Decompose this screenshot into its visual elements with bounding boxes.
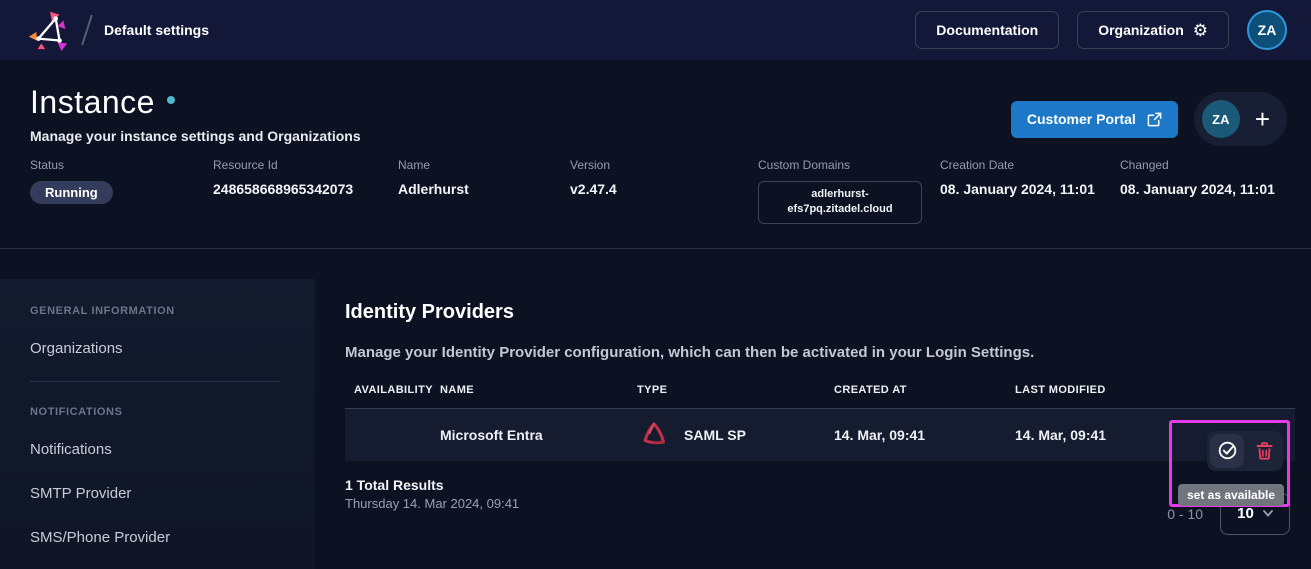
instance-info-row: Status Running Resource Id 2486586689653… (0, 146, 1311, 248)
version-value: v2.47.4 (570, 181, 758, 197)
delete-button[interactable] (1248, 435, 1280, 467)
col-last-modified: LAST MODIFIED (1015, 384, 1295, 396)
zitadel-console: Default settings Documentation Organizat… (0, 0, 1311, 569)
sidebar-section-general: GENERAL INFORMATION (30, 305, 315, 317)
customer-portal-button[interactable]: Customer Portal (1011, 101, 1178, 138)
col-availability: AVAILABILITY (354, 384, 440, 396)
instance-avatar[interactable]: ZA (1202, 100, 1240, 138)
check-circle-icon (1217, 440, 1238, 461)
sidebar-item-organizations[interactable]: Organizations (30, 340, 315, 357)
external-link-icon (1147, 112, 1162, 127)
page-range: 0 - 10 (1167, 506, 1203, 522)
page-title-text: Instance (30, 84, 155, 121)
status-badge: Running (30, 181, 113, 204)
changed-label: Changed (1120, 158, 1275, 172)
idp-type-cell: SAML SP (637, 418, 834, 452)
chevron-down-icon (1263, 510, 1273, 517)
version-label: Version (570, 158, 758, 172)
highlight-box: set as available (1169, 420, 1290, 507)
resource-id-label: Resource Id (213, 158, 398, 172)
panel-description: Manage your Identity Provider configurat… (345, 344, 1311, 361)
trash-icon (1255, 441, 1274, 461)
documentation-button[interactable]: Documentation (915, 11, 1059, 49)
row-actions (1207, 431, 1283, 471)
saml-icon (637, 418, 671, 452)
organization-button[interactable]: Organization ⚙ (1077, 11, 1229, 49)
instance-avatar-pill: ZA + (1194, 92, 1287, 146)
table-header: AVAILABILITY NAME TYPE CREATED AT LAST M… (345, 384, 1295, 409)
col-name: NAME (440, 384, 637, 396)
sidebar-divider (30, 381, 280, 382)
resource-id-value: 248658668965342073 (213, 181, 398, 197)
total-results: 1 Total Results (345, 477, 1311, 493)
results-date: Thursday 14. Mar 2024, 09:41 (345, 496, 1311, 511)
page-title: Instance (30, 84, 361, 121)
customer-portal-label: Customer Portal (1027, 111, 1136, 127)
creation-date-value: 08. January 2024, 11:01 (940, 181, 1120, 197)
gear-icon: ⚙ (1193, 22, 1208, 39)
custom-domain-chip[interactable]: adlerhurst-efs7pq.zitadel.cloud (758, 181, 922, 224)
panel-title: Identity Providers (345, 301, 1311, 324)
name-value: Adlerhurst (398, 181, 570, 197)
zitadel-logo-icon[interactable] (26, 7, 72, 53)
table-row[interactable]: Microsoft Entra SAML SP 14. Mar, 09:41 1… (345, 409, 1295, 461)
breadcrumb-separator (81, 14, 93, 45)
status-label: Status (30, 158, 213, 172)
organization-label: Organization (1098, 22, 1184, 38)
idp-table: AVAILABILITY NAME TYPE CREATED AT LAST M… (345, 384, 1295, 461)
set-available-button[interactable] (1210, 434, 1244, 468)
documentation-label: Documentation (936, 22, 1038, 38)
user-avatar[interactable]: ZA (1247, 10, 1287, 50)
breadcrumb[interactable]: Default settings (104, 22, 209, 38)
results-summary: 1 Total Results Thursday 14. Mar 2024, 0… (345, 477, 1311, 511)
idp-type: SAML SP (684, 427, 746, 443)
instance-header: Instance Manage your instance settings a… (0, 60, 1311, 146)
creation-date-label: Creation Date (940, 158, 1120, 172)
col-created-at: CREATED AT (834, 384, 1015, 396)
idp-created-at: 14. Mar, 09:41 (834, 427, 1015, 443)
idp-name: Microsoft Entra (440, 427, 637, 443)
instance-status-dot (167, 96, 175, 104)
custom-domains-label: Custom Domains (758, 158, 940, 172)
sidebar-item-notifications[interactable]: Notifications (30, 441, 315, 458)
changed-value: 08. January 2024, 11:01 (1120, 181, 1275, 197)
tooltip: set as available (1178, 484, 1284, 506)
name-label: Name (398, 158, 570, 172)
page-subtitle: Manage your instance settings and Organi… (30, 128, 361, 144)
add-button[interactable]: + (1255, 106, 1270, 132)
identity-providers-panel: Identity Providers Manage your Identity … (315, 249, 1311, 569)
sidebar-section-notifications: NOTIFICATIONS (30, 406, 315, 418)
page-size-value: 10 (1237, 505, 1254, 522)
sidebar-item-smtp-provider[interactable]: SMTP Provider (30, 485, 315, 502)
topbar: Default settings Documentation Organizat… (0, 0, 1311, 60)
sidebar-item-sms-phone-provider[interactable]: SMS/Phone Provider (30, 529, 315, 546)
col-type: TYPE (637, 384, 834, 396)
settings-sidebar: GENERAL INFORMATION Organizations NOTIFI… (0, 279, 315, 569)
